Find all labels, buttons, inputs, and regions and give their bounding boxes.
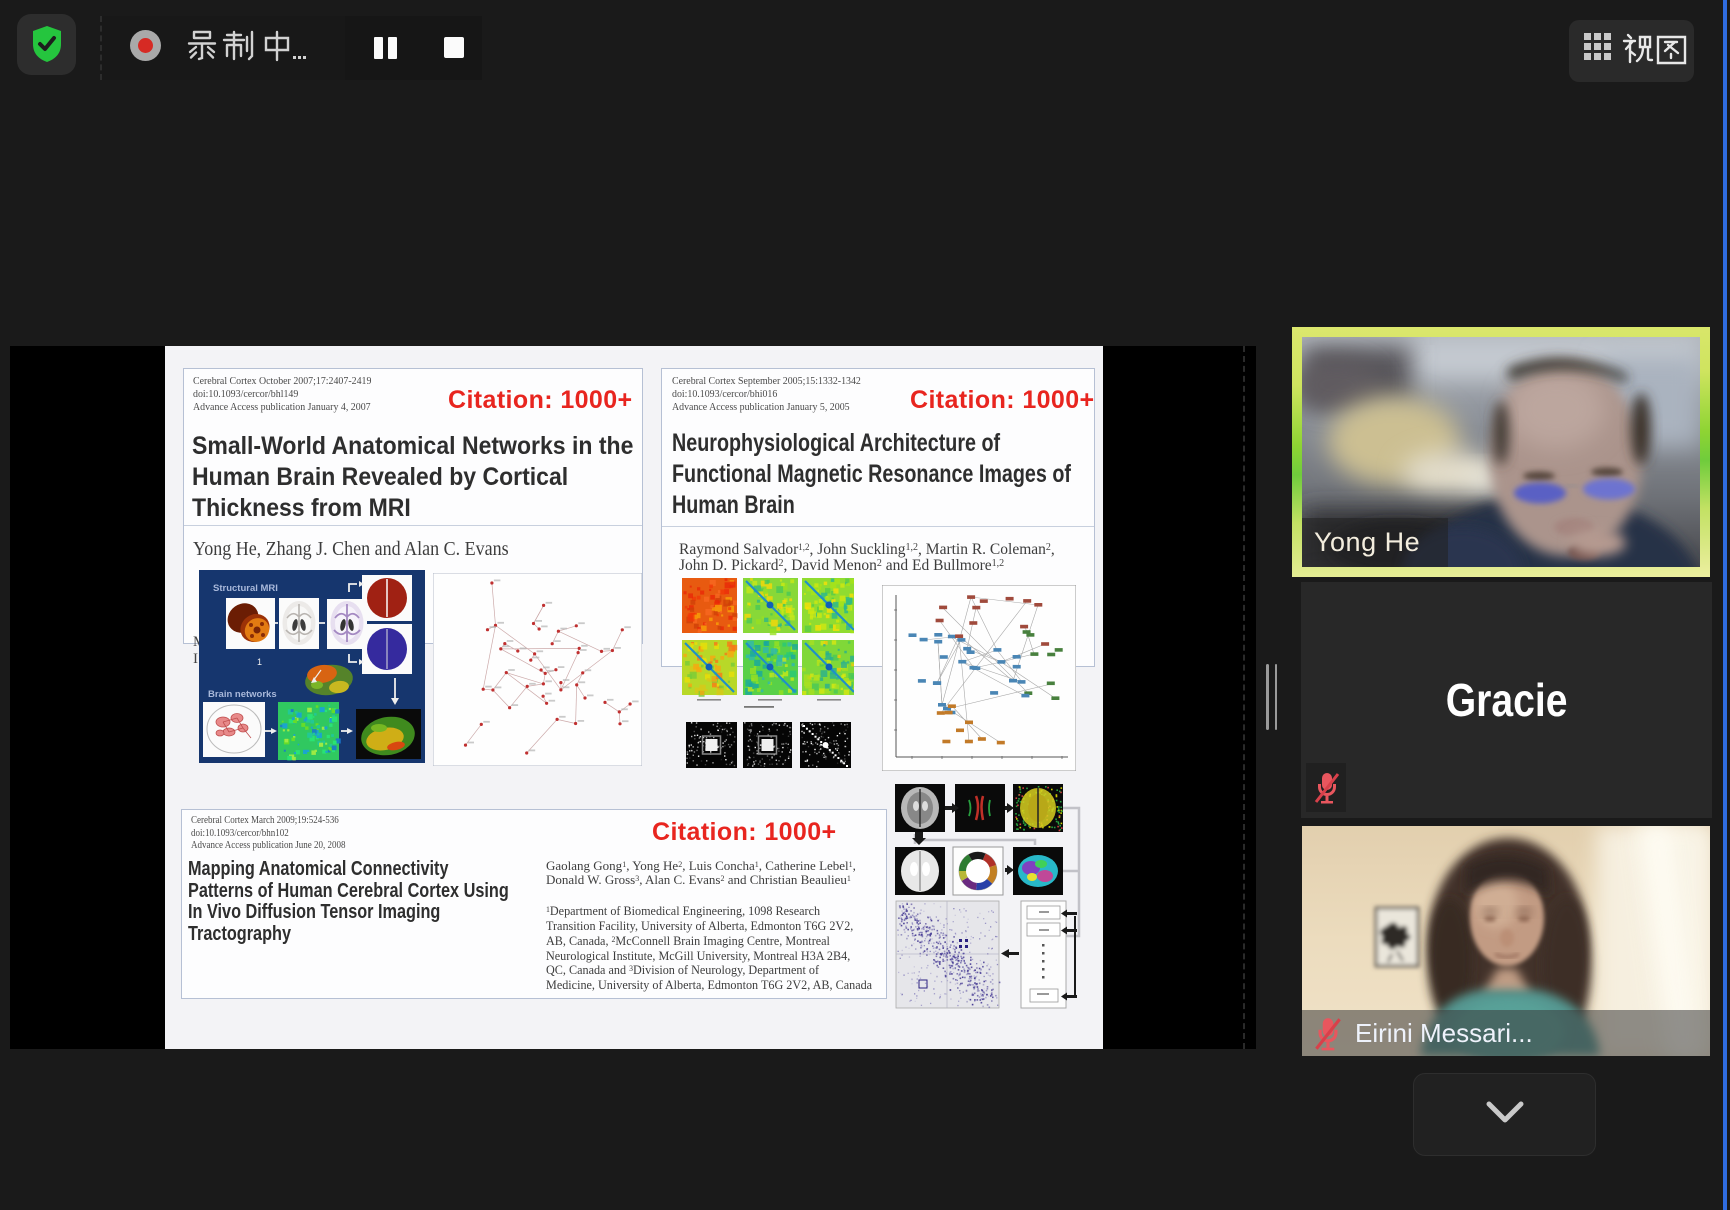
svg-text:Structural MRI: Structural MRI: [213, 583, 278, 594]
svg-text:Brain networks: Brain networks: [208, 689, 277, 700]
svg-text:1: 1: [257, 657, 262, 667]
